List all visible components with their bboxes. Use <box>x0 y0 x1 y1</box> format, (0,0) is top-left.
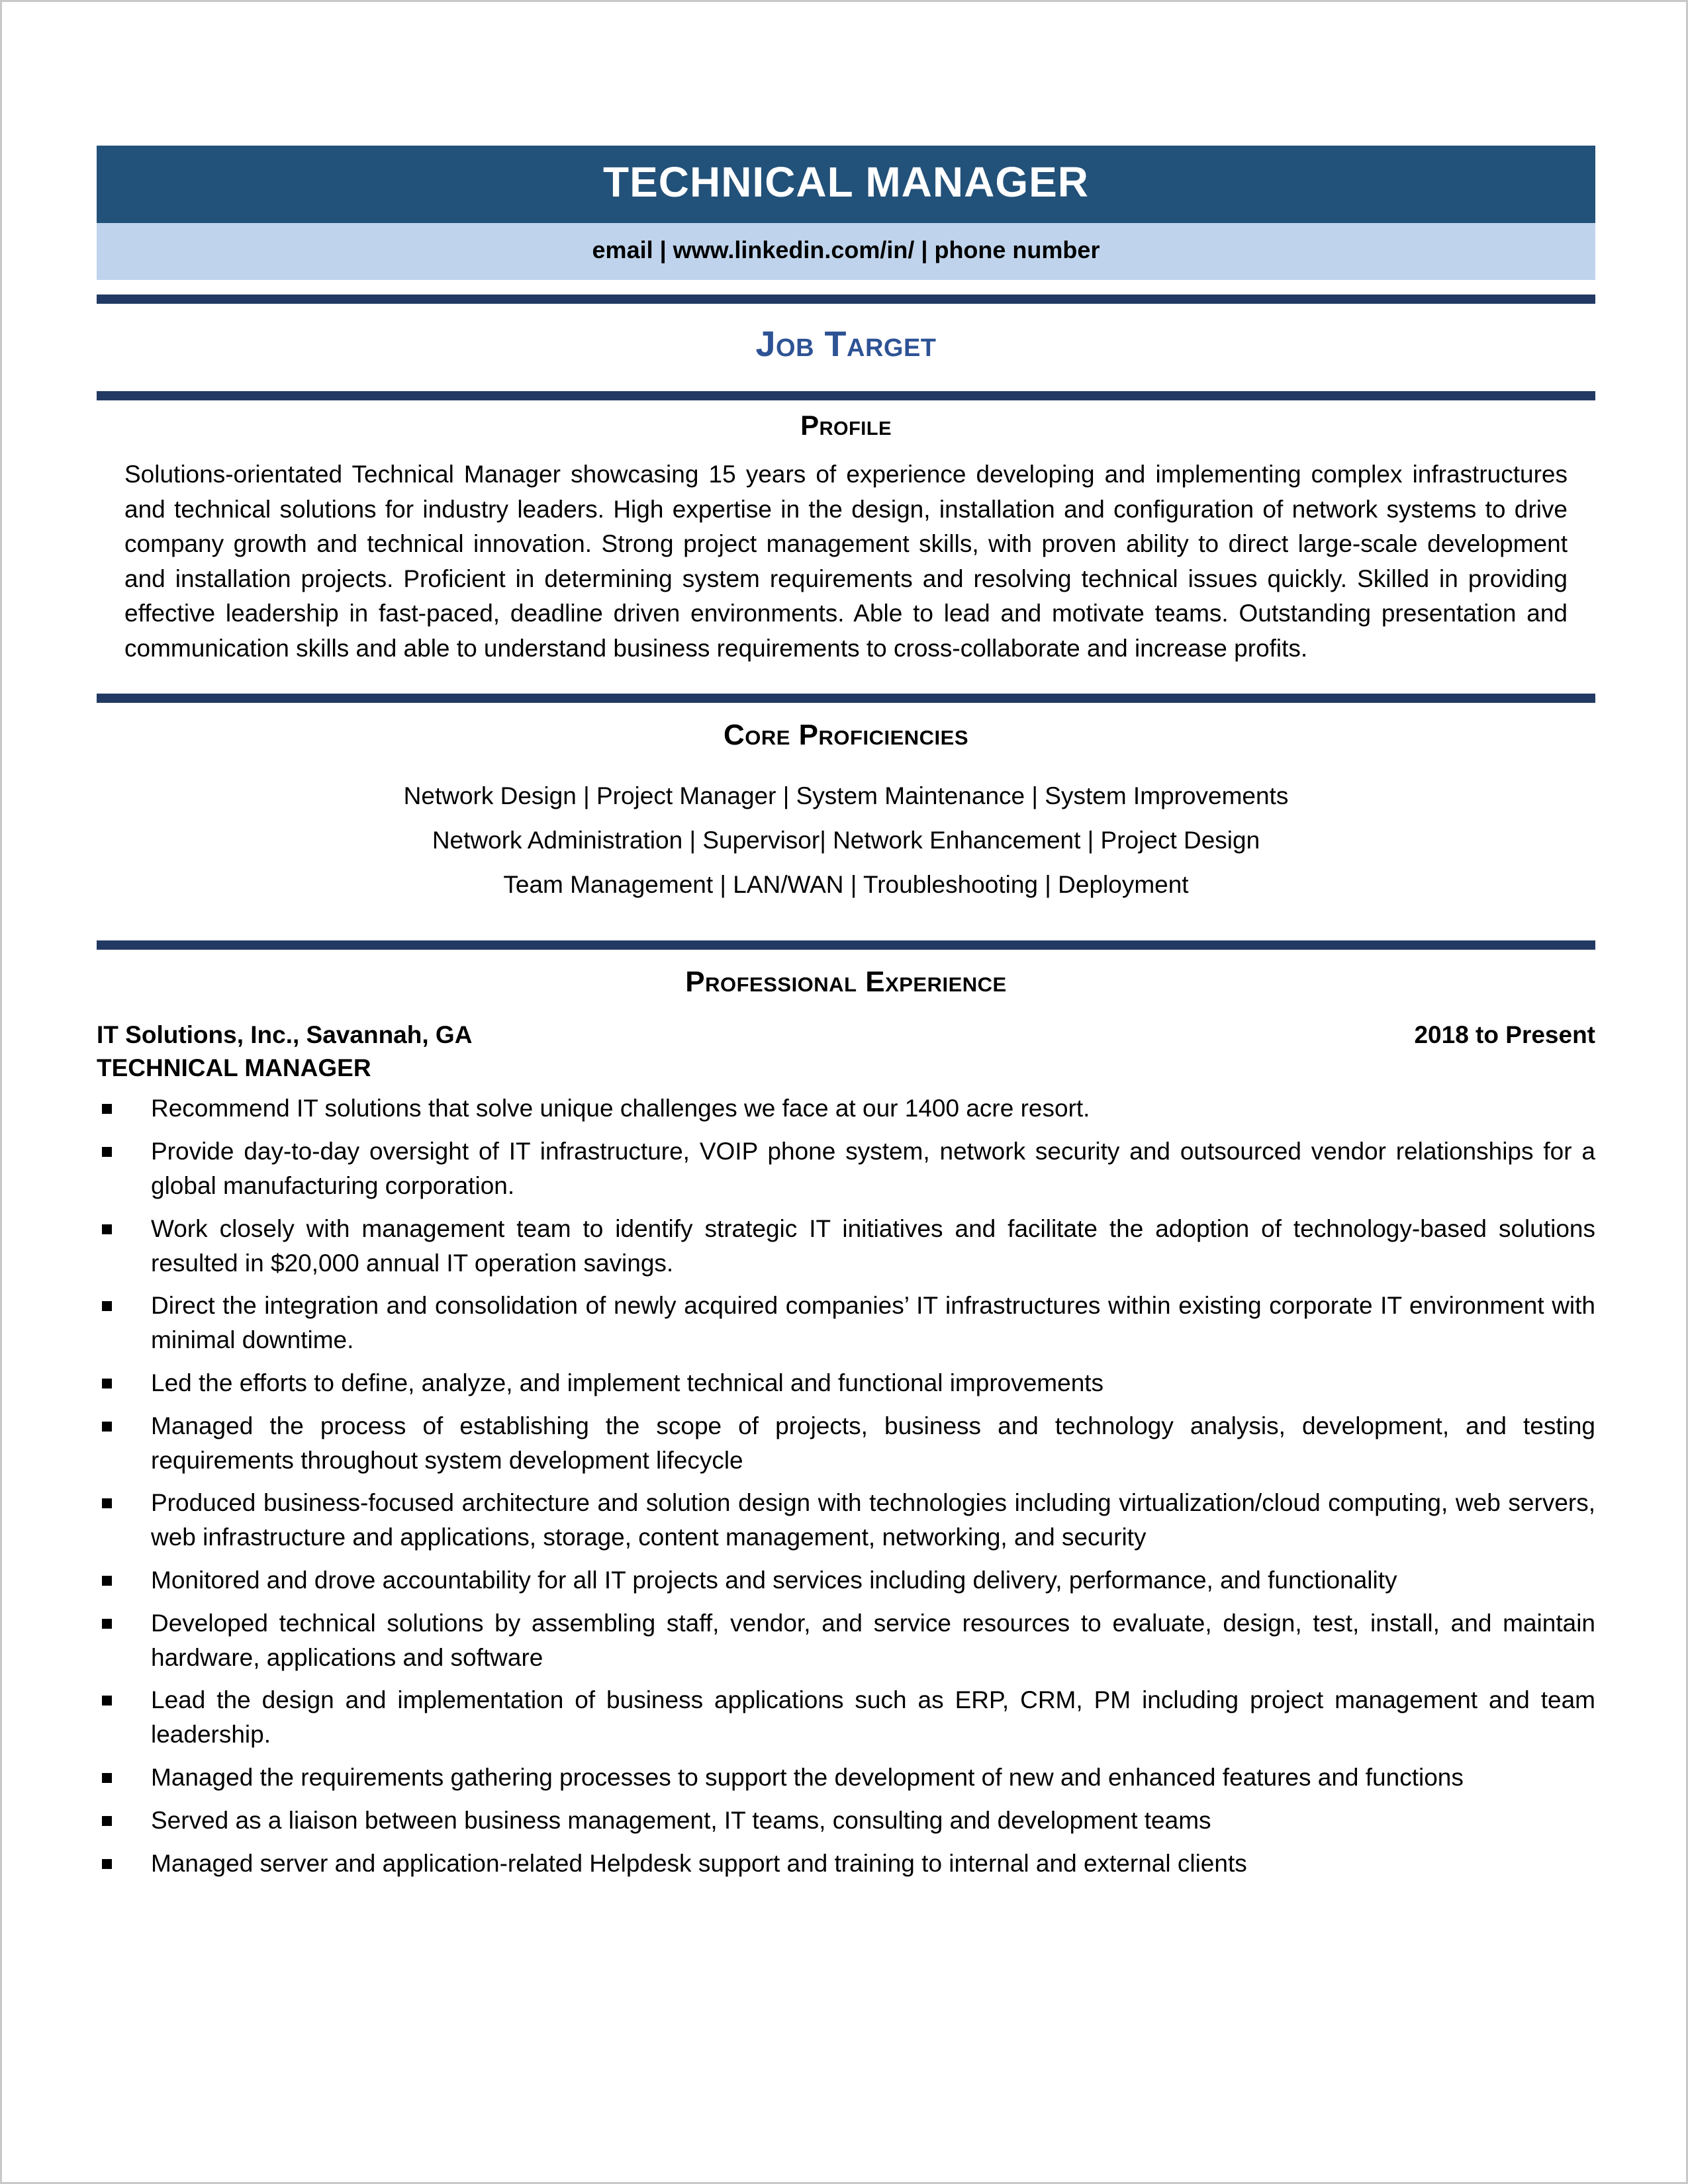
list-item: Recommend IT solutions that solve unique… <box>97 1091 1595 1126</box>
list-item: Direct the integration and consolidation… <box>97 1289 1595 1357</box>
bullet-text: Led the efforts to define, analyze, and … <box>151 1369 1104 1396</box>
list-item: Produced business-focused architecture a… <box>97 1486 1595 1555</box>
list-item: Monitored and drove accountability for a… <box>97 1563 1595 1598</box>
section-heading-profile: Profile <box>800 410 892 441</box>
contact-bar: email | www.linkedin.com/in/ | phone num… <box>97 223 1595 281</box>
list-item: Managed the process of establishing the … <box>97 1409 1595 1478</box>
bullet-text: Monitored and drove accountability for a… <box>151 1566 1397 1594</box>
core-proficiencies-list: Network Design | Project Manager | Syste… <box>97 760 1595 926</box>
list-item: Lead the design and implementation of bu… <box>97 1683 1595 1752</box>
bullet-text: Developed technical solutions by assembl… <box>151 1609 1595 1671</box>
employment-dates: 2018 to Present <box>1414 1021 1595 1049</box>
divider-above-professional-experience <box>97 940 1595 950</box>
page-title: TECHNICAL MANAGER <box>602 158 1090 206</box>
resume-content: TECHNICAL MANAGER email | www.linkedin.c… <box>97 146 1595 1889</box>
profile-paragraph: Solutions-orientated Technical Manager s… <box>124 461 1568 662</box>
list-item: Provide day-to-day oversight of IT infra… <box>97 1134 1595 1203</box>
list-item: Managed the requirements gathering proce… <box>97 1760 1595 1795</box>
divider-above-job-target <box>97 295 1595 304</box>
bullet-text: Managed server and application-related H… <box>151 1849 1247 1877</box>
bullet-text: Provide day-to-day oversight of IT infra… <box>151 1138 1595 1199</box>
employer-name: IT Solutions, Inc., Savannah, GA <box>97 1021 473 1049</box>
list-item: Served as a liaison between business man… <box>97 1803 1595 1838</box>
list-item: Work closely with management team to ide… <box>97 1212 1595 1281</box>
core-proficiency-row: Network Administration | Supervisor| Net… <box>432 827 1260 854</box>
list-item: Developed technical solutions by assembl… <box>97 1606 1595 1675</box>
core-proficiency-row: Network Design | Project Manager | Syste… <box>403 782 1289 810</box>
section-heading-job-target: Job Target <box>755 324 937 365</box>
divider-below-job-target <box>97 391 1595 401</box>
divider-above-core-proficiencies <box>97 694 1595 704</box>
bullet-text: Direct the integration and consolidation… <box>151 1292 1595 1354</box>
resume-page: TECHNICAL MANAGER email | www.linkedin.c… <box>0 0 1688 2184</box>
bullet-text: Managed the requirements gathering proce… <box>151 1763 1464 1791</box>
header-banner: TECHNICAL MANAGER <box>97 146 1595 224</box>
core-proficiency-row: Team Management | LAN/WAN | Troubleshoot… <box>503 871 1189 899</box>
contact-line: email | www.linkedin.com/in/ | phone num… <box>592 236 1100 264</box>
bullet-text: Recommend IT solutions that solve unique… <box>151 1095 1090 1122</box>
bullet-text: Work closely with management team to ide… <box>151 1214 1595 1277</box>
bullet-text: Lead the design and implementation of bu… <box>151 1686 1595 1749</box>
list-item: Managed server and application-related H… <box>97 1846 1595 1881</box>
experience-entry: IT Solutions, Inc., Savannah, GA 2018 to… <box>97 1007 1595 1880</box>
bullet-text: Produced business-focused architecture a… <box>151 1489 1595 1551</box>
list-item: Led the efforts to define, analyze, and … <box>97 1366 1595 1400</box>
section-heading-professional-experience: Professional Experience <box>685 966 1007 999</box>
section-heading-core-proficiencies: Core Proficiencies <box>724 719 968 752</box>
job-title: TECHNICAL MANAGER <box>97 1054 371 1082</box>
bullet-text: Served as a liaison between business man… <box>151 1806 1211 1834</box>
bullet-text: Managed the process of establishing the … <box>151 1412 1595 1474</box>
experience-header: IT Solutions, Inc., Savannah, GA 2018 to… <box>97 1007 1595 1049</box>
experience-bullet-list: Recommend IT solutions that solve unique… <box>97 1091 1595 1880</box>
